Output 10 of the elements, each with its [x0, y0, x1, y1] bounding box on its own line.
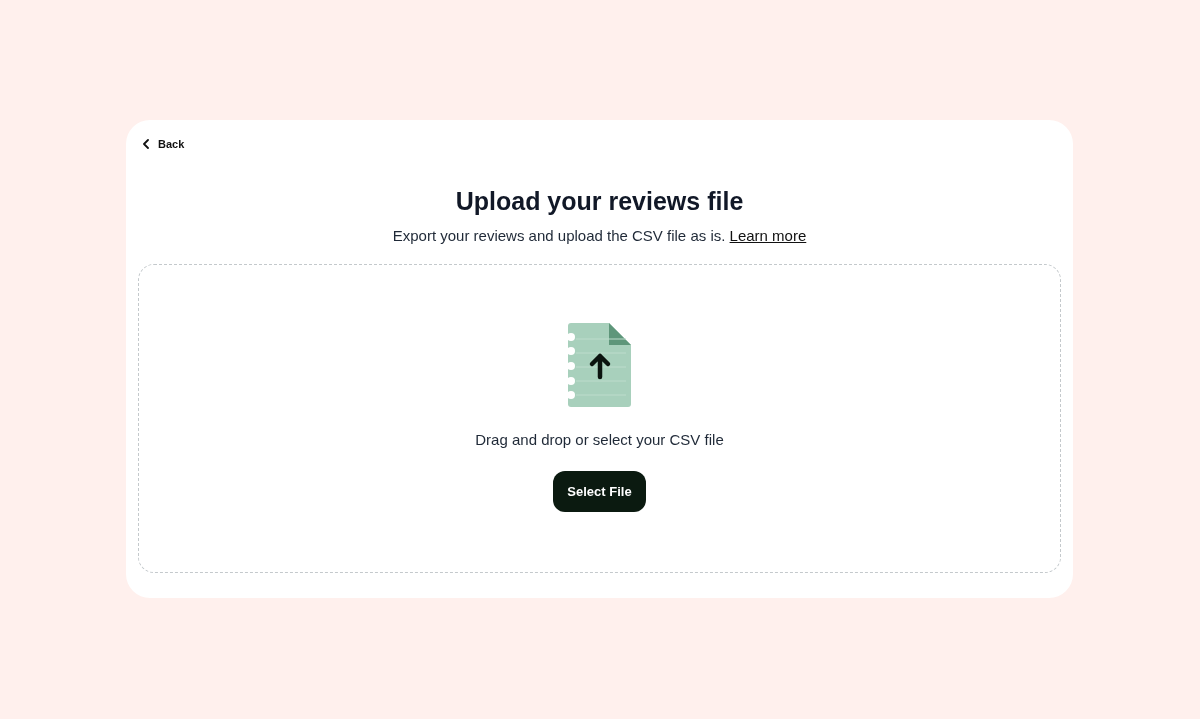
subtitle-text: Export your reviews and upload the CSV file as is. Learn more	[392, 225, 807, 246]
back-label: Back	[158, 137, 185, 152]
select-file-button[interactable]: Select File	[553, 471, 646, 512]
page-title: Upload your reviews file	[455, 185, 744, 217]
learn-more-link[interactable]: Learn more	[729, 226, 807, 244]
file-upload-icon	[568, 322, 631, 407]
drop-prompt: Drag and drop or select your CSV file	[475, 429, 724, 450]
back-link[interactable]: Back	[138, 132, 189, 157]
drop-zone[interactable]: Drag and drop or select your CSV file Select File	[138, 263, 1061, 573]
chevron-left-icon	[142, 139, 150, 150]
